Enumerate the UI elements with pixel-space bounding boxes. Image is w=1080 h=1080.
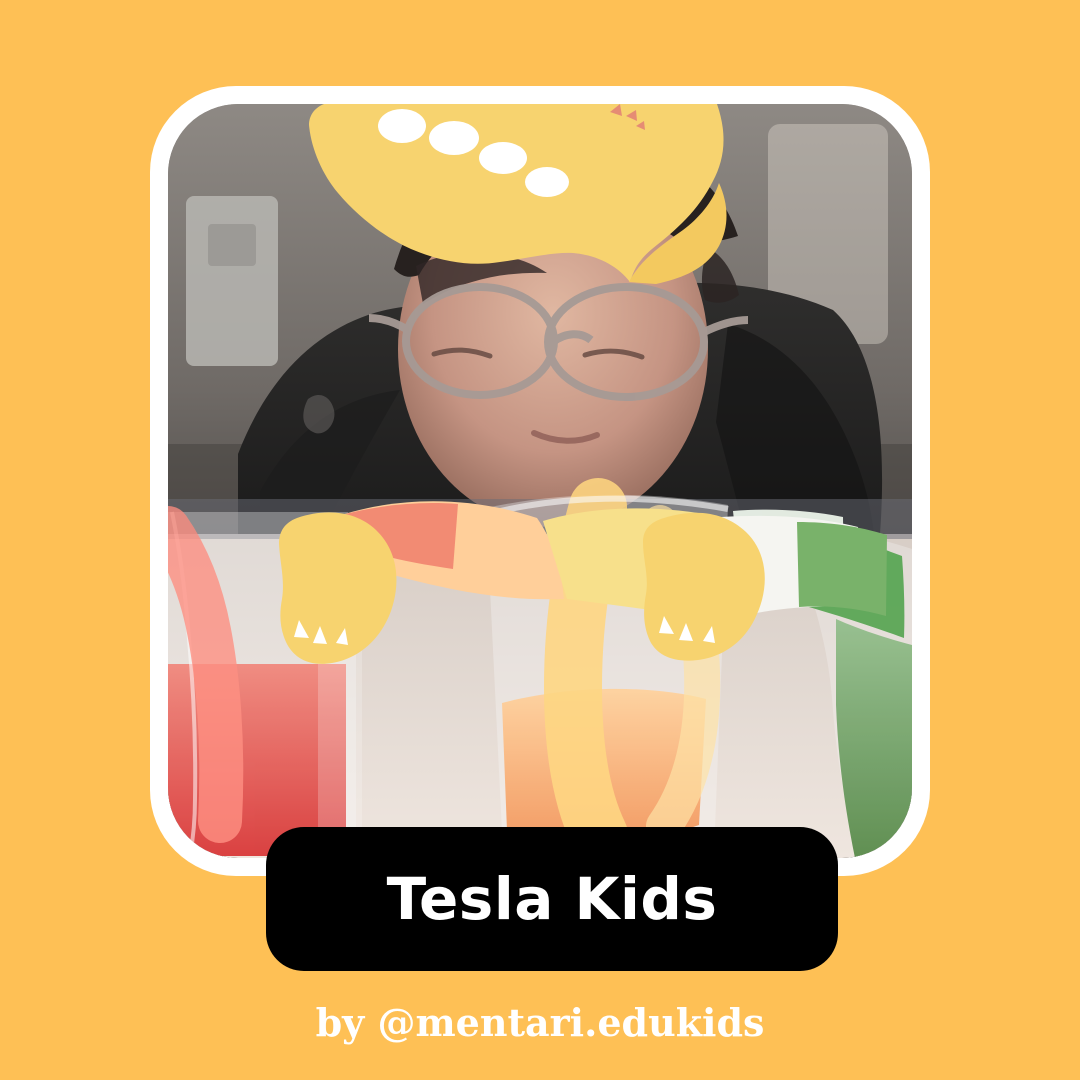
photo-window	[168, 104, 912, 858]
title-text: Tesla Kids	[386, 865, 718, 933]
credit-text: by @mentari.edukids	[315, 1000, 765, 1045]
title-pill: Tesla Kids	[266, 827, 838, 971]
photo-frame	[150, 86, 930, 876]
experiment-photo	[168, 104, 912, 858]
